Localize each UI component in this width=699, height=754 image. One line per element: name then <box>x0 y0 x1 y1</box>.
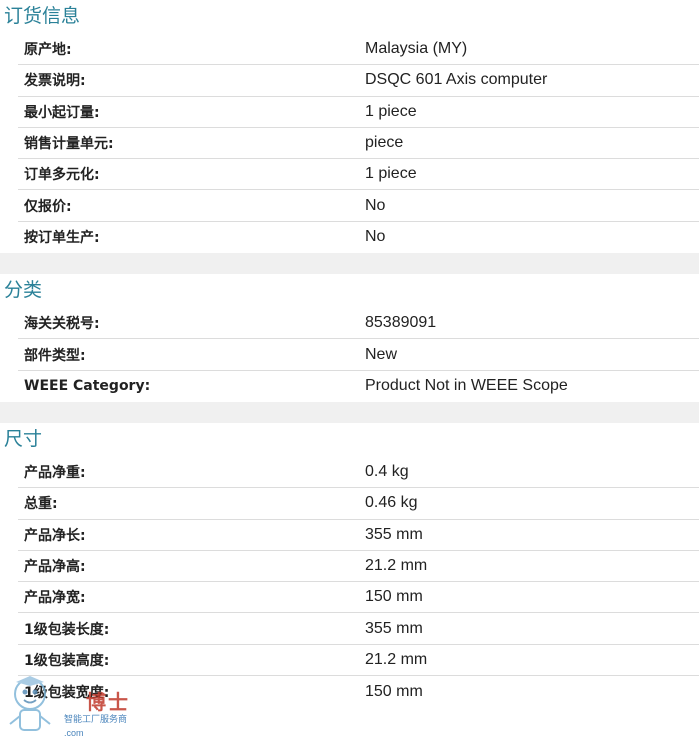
spec-value: No <box>365 196 386 214</box>
spec-value: DSQC 601 Axis computer <box>365 71 548 89</box>
spec-row: 发票说明: DSQC 601 Axis computer <box>18 65 699 97</box>
section-title: 分类 <box>4 279 43 302</box>
spec-value: New <box>365 345 398 363</box>
spec-label: 发票说明: <box>24 73 86 90</box>
spec-value: Product Not in WEEE Scope <box>365 377 568 395</box>
spec-label: 部件类型: <box>24 347 86 364</box>
spec-label: 销售计量单元: <box>24 136 114 153</box>
spec-row: 产品净宽: 150 mm <box>18 582 699 614</box>
spec-row: 按订单生产: No <box>18 222 699 253</box>
spec-value: 0.4 kg <box>365 463 409 481</box>
spec-label: WEEE Category: <box>24 378 151 395</box>
spec-row: 部件类型: New <box>18 339 699 371</box>
spec-row: 最小起订量: 1 piece <box>18 97 699 128</box>
dimensions-section: 尺寸 产品净重: 0.4 kg 总重: 0.46 kg 产品净长: 355 mm 产品… <box>0 422 699 708</box>
spec-row: 总重: 0.46 kg <box>18 488 699 520</box>
section-title: 尺寸 <box>4 427 43 450</box>
watermark-tagline: 智能工厂服务商 <box>64 715 128 725</box>
spec-value: 355 mm <box>365 525 423 543</box>
spec-row: 海关关税号: 85389091 <box>18 308 699 340</box>
mascot-icon <box>9 676 51 731</box>
spec-row: 产品净重: 0.4 kg <box>18 457 699 489</box>
spec-row: 产品净长: 355 mm <box>18 520 699 551</box>
spec-label: 原产地: <box>24 42 72 59</box>
spec-label: 1级包装长度: <box>24 621 110 638</box>
watermark-domain: .com <box>64 728 84 738</box>
spec-label: 海关关税号: <box>24 316 100 333</box>
spec-label: 1级包装高度: <box>24 652 110 669</box>
watermark-brand: 博士 <box>86 690 130 714</box>
spec-label: 仅报价: <box>24 198 72 215</box>
spec-value: No <box>365 228 386 246</box>
spec-value: 355 mm <box>365 619 423 637</box>
spec-row: 订单多元化: 1 piece <box>18 159 699 191</box>
spec-row: 仅报价: No <box>18 190 699 222</box>
spec-value: 1 piece <box>365 102 417 120</box>
spec-label: 产品净长: <box>24 527 86 544</box>
spec-row: 销售计量单元: piece <box>18 128 699 160</box>
spec-label: 产品净宽: <box>24 590 86 607</box>
spec-value: 150 mm <box>365 588 423 606</box>
spec-label: 产品净高: <box>24 559 86 575</box>
spec-row: WEEE Category: Product Not in WEEE Scope <box>18 371 699 402</box>
spec-value: 0.46 kg <box>365 494 418 512</box>
spec-label: 总重: <box>24 496 58 513</box>
spec-value: 1 piece <box>365 165 417 183</box>
spec-page: 订货信息 原产地: Malaysia (MY) 发票说明: DSQC 601 Axi… <box>0 0 699 708</box>
watermark: 博士 智能工厂服务商 .com <box>8 672 138 752</box>
section-title: 订货信息 <box>4 5 81 27</box>
spec-value: 85389091 <box>365 314 437 332</box>
section-divider <box>0 253 699 275</box>
spec-row: 1级包装长度: 355 mm <box>18 613 699 645</box>
ordering-info-section: 订货信息 原产地: Malaysia (MY) 发票说明: DSQC 601 Axi… <box>0 0 699 254</box>
spec-row: 产品净高: 21.2 mm <box>18 551 699 583</box>
spec-value: 150 mm <box>365 682 423 700</box>
spec-value: 21.2 mm <box>365 557 428 574</box>
section-divider <box>0 401 699 423</box>
spec-value: piece <box>365 134 404 152</box>
spec-label: 最小起订量: <box>24 104 100 121</box>
spec-value: 21.2 mm <box>365 650 428 668</box>
spec-row: 原产地: Malaysia (MY) <box>18 34 699 66</box>
spec-label: 订单多元化: <box>24 167 100 184</box>
classification-section: 分类 海关关税号: 85389091 部件类型: New WEEE Category… <box>0 274 699 402</box>
spec-value: Malaysia (MY) <box>365 40 468 58</box>
spec-label: 按订单生产: <box>24 230 100 247</box>
spec-label: 产品净重: <box>24 465 86 482</box>
